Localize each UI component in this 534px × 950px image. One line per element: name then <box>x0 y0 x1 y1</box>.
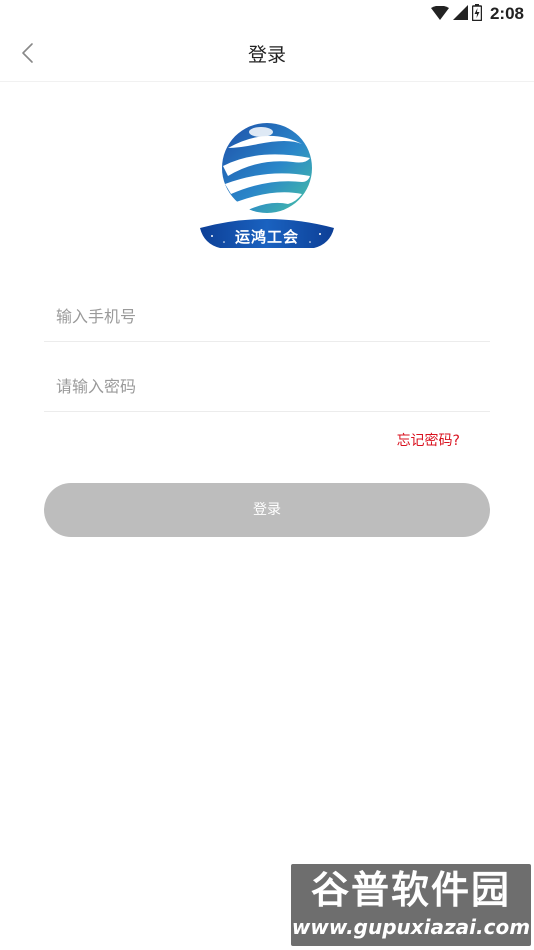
watermark-url: www.gupuxiazai.com <box>291 915 531 939</box>
login-button[interactable]: 登录 <box>44 483 490 537</box>
logo-text: 运鸿工会 <box>234 228 299 246</box>
chevron-left-icon <box>20 42 34 68</box>
status-time: 2:08 <box>489 4 524 23</box>
battery-icon <box>471 3 483 25</box>
watermark: 谷普软件园 www.gupuxiazai.com <box>291 864 531 946</box>
status-bar: 2:08 <box>0 0 534 28</box>
forgot-password-link[interactable]: 忘记密码? <box>397 430 460 450</box>
password-field[interactable] <box>44 360 490 412</box>
phone-input[interactable] <box>56 290 476 342</box>
nav-bar: 登录 <box>0 28 534 82</box>
page-title: 登录 <box>247 44 286 66</box>
password-input[interactable] <box>56 360 476 412</box>
back-button[interactable] <box>10 38 44 72</box>
phone-field[interactable] <box>44 290 490 342</box>
watermark-brand: 谷普软件园 <box>310 868 511 912</box>
wifi-icon <box>430 5 449 24</box>
cellular-signal-icon <box>452 4 468 24</box>
status-icons: 2:08 <box>430 3 524 25</box>
